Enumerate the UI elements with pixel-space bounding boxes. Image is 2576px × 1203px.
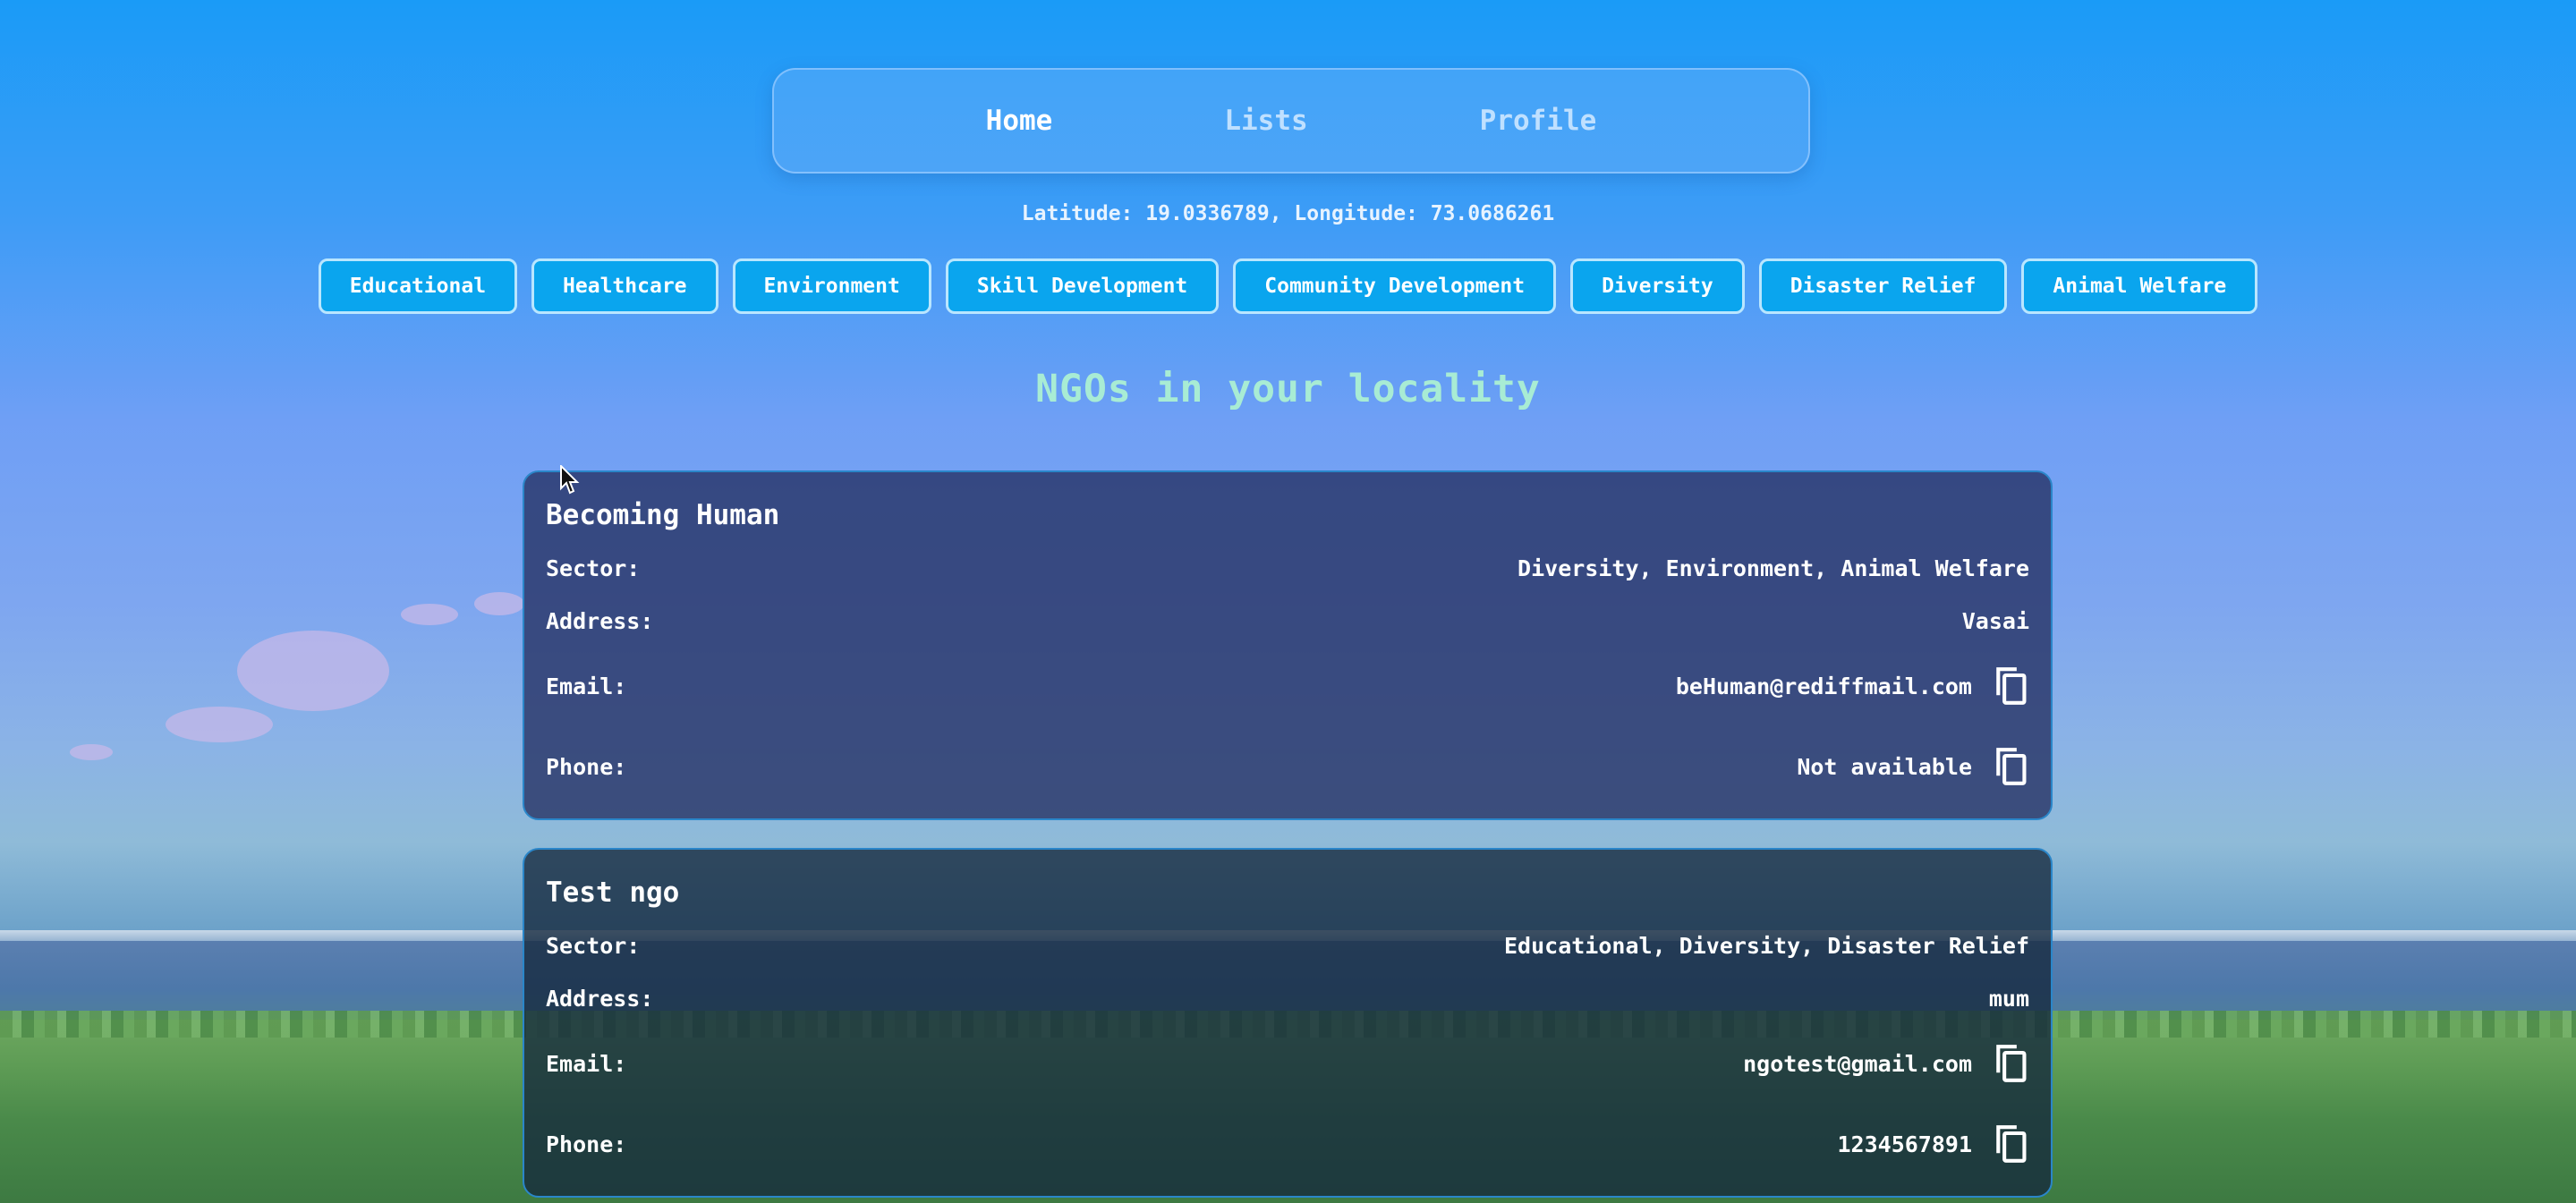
ngo-address-row: Address: Vasai (546, 608, 2029, 634)
ngo-card: Becoming Human Sector: Diversity, Enviro… (523, 470, 2053, 820)
sector-label: Sector: (546, 933, 641, 959)
copy-phone-button[interactable] (1992, 1123, 2029, 1165)
cloud-decoration (166, 707, 273, 742)
sector-chip-disaster-relief[interactable]: Disaster Relief (1758, 258, 2008, 314)
sector-chip-animal-welfare[interactable]: Animal Welfare (2021, 258, 2258, 314)
address-label: Address: (546, 986, 654, 1012)
sector-chip-healthcare[interactable]: Healthcare (531, 258, 718, 314)
ngo-sector-row: Sector: Diversity, Environment, Animal W… (546, 555, 2029, 581)
copy-icon (1996, 1045, 2027, 1082)
sector-label: Sector: (546, 555, 641, 581)
ngo-name: Becoming Human (546, 499, 780, 531)
email-value: beHuman@rediffmail.com (1675, 673, 1972, 699)
phone-value: Not available (1797, 753, 1972, 780)
ngo-sector-row: Sector: Educational, Diversity, Disaster… (546, 933, 2029, 959)
cloud-decoration (474, 592, 524, 615)
sector-value: Educational, Diversity, Disaster Relief (1504, 933, 2029, 959)
sector-value: Diversity, Environment, Animal Welfare (1518, 555, 2029, 581)
mouse-pointer-icon (560, 465, 580, 495)
email-value: ngotest@gmail.com (1743, 1050, 1972, 1077)
sector-filter-bar: Educational Healthcare Environment Skill… (0, 258, 2576, 314)
sector-chip-educational[interactable]: Educational (318, 258, 518, 314)
ngo-phone-row: Phone: Not available (546, 745, 2029, 788)
copy-email-button[interactable] (1992, 665, 2029, 707)
copy-icon (1996, 1125, 2027, 1163)
sector-chip-community-development[interactable]: Community Development (1233, 258, 1557, 314)
location-coordinates: Latitude: 19.0336789, Longitude: 73.0686… (1021, 202, 1555, 225)
section-title: NGOs in your locality (1035, 367, 1541, 411)
nav-profile[interactable]: Profile (1480, 105, 1597, 137)
nav-lists[interactable]: Lists (1224, 105, 1307, 137)
cloud-decoration (401, 604, 458, 625)
cloud-decoration (237, 631, 389, 711)
ngo-email-row: Email: ngotest@gmail.com (546, 1042, 2029, 1085)
address-value: Vasai (1961, 608, 2029, 634)
address-label: Address: (546, 608, 654, 634)
copy-phone-button[interactable] (1992, 745, 2029, 788)
sector-chip-skill-development[interactable]: Skill Development (945, 258, 1220, 314)
main-nav: Home Lists Profile (772, 68, 1810, 174)
email-label: Email: (546, 673, 627, 699)
phone-label: Phone: (546, 753, 627, 780)
ngo-name: Test ngo (546, 877, 680, 909)
phone-label: Phone: (546, 1131, 627, 1157)
ngo-email-row: Email: beHuman@rediffmail.com (546, 665, 2029, 707)
sector-chip-environment[interactable]: Environment (732, 258, 931, 314)
ngo-card: Test ngo Sector: Educational, Diversity,… (523, 848, 2053, 1198)
phone-value: 1234567891 (1837, 1131, 1972, 1157)
copy-icon (1996, 667, 2027, 705)
copy-icon (1996, 748, 2027, 785)
cloud-decoration (70, 744, 113, 760)
ngo-address-row: Address: mum (546, 986, 2029, 1012)
copy-email-button[interactable] (1992, 1042, 2029, 1085)
sector-chip-diversity[interactable]: Diversity (1570, 258, 1745, 314)
ngo-phone-row: Phone: 1234567891 (546, 1123, 2029, 1165)
email-label: Email: (546, 1050, 627, 1077)
nav-home[interactable]: Home (986, 105, 1053, 137)
address-value: mum (1988, 986, 2029, 1012)
